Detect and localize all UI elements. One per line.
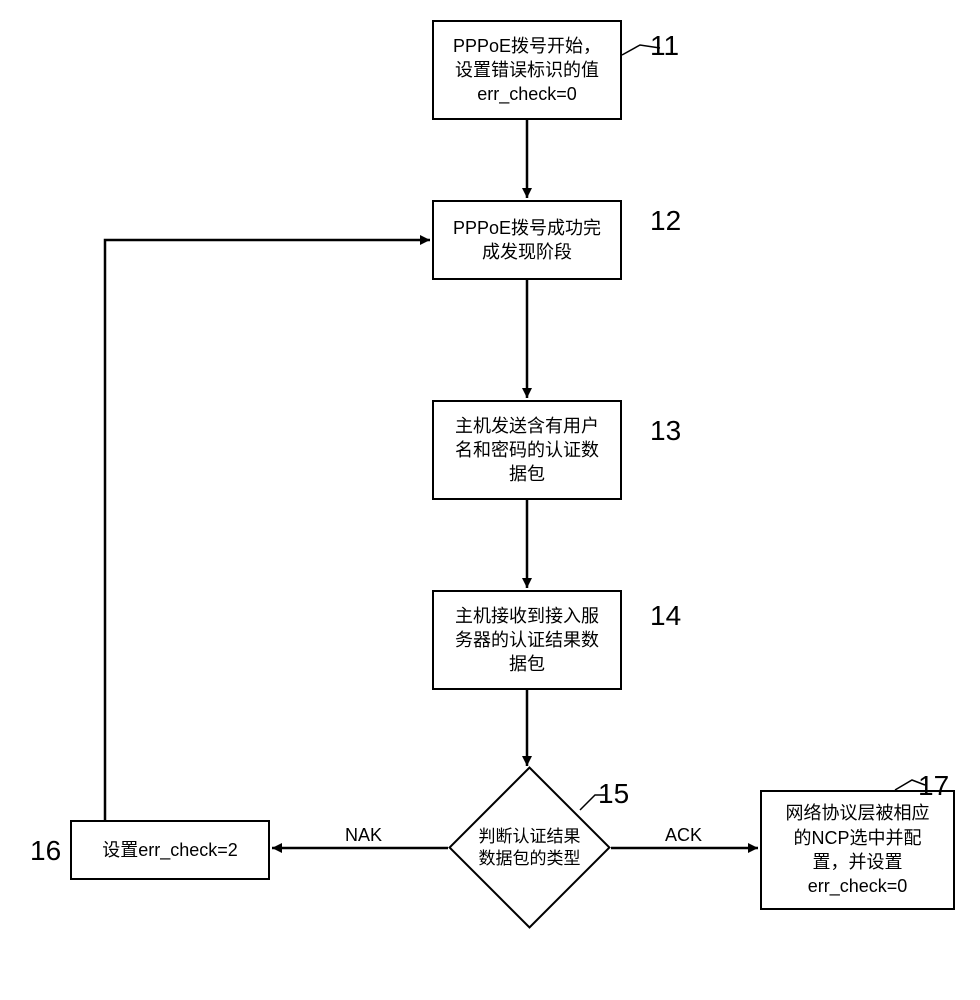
node-12-text: PPPoE拨号成功完成发现阶段 (453, 216, 601, 265)
node-15: 判断认证结果数据包的类型 (448, 766, 611, 929)
label-11: 11 (650, 30, 679, 62)
node-11-text: PPPoE拨号开始，设置错误标识的值err_check=0 (453, 34, 601, 107)
node-16: 设置err_check=2 (70, 820, 270, 880)
node-17-text: 网络协议层被相应的NCP选中并配置，并设置err_check=0 (786, 801, 930, 898)
label-15: 15 (598, 778, 629, 810)
label-14: 14 (650, 600, 681, 632)
node-11: PPPoE拨号开始，设置错误标识的值err_check=0 (432, 20, 622, 120)
node-14-text: 主机接收到接入服务器的认证结果数据包 (455, 604, 599, 677)
node-13: 主机发送含有用户名和密码的认证数据包 (432, 400, 622, 500)
node-15-text: 判断认证结果数据包的类型 (479, 826, 581, 867)
node-13-text: 主机发送含有用户名和密码的认证数据包 (455, 414, 599, 487)
label-17: 17 (918, 770, 949, 802)
label-12: 12 (650, 205, 681, 237)
node-17: 网络协议层被相应的NCP选中并配置，并设置err_check=0 (760, 790, 955, 910)
label-13: 13 (650, 415, 681, 447)
node-14: 主机接收到接入服务器的认证结果数据包 (432, 590, 622, 690)
label-16: 16 (30, 835, 61, 867)
node-16-text: 设置err_check=2 (102, 838, 238, 862)
node-12: PPPoE拨号成功完成发现阶段 (432, 200, 622, 280)
edge-label-nak: NAK (345, 825, 382, 846)
edge-label-ack: ACK (665, 825, 702, 846)
